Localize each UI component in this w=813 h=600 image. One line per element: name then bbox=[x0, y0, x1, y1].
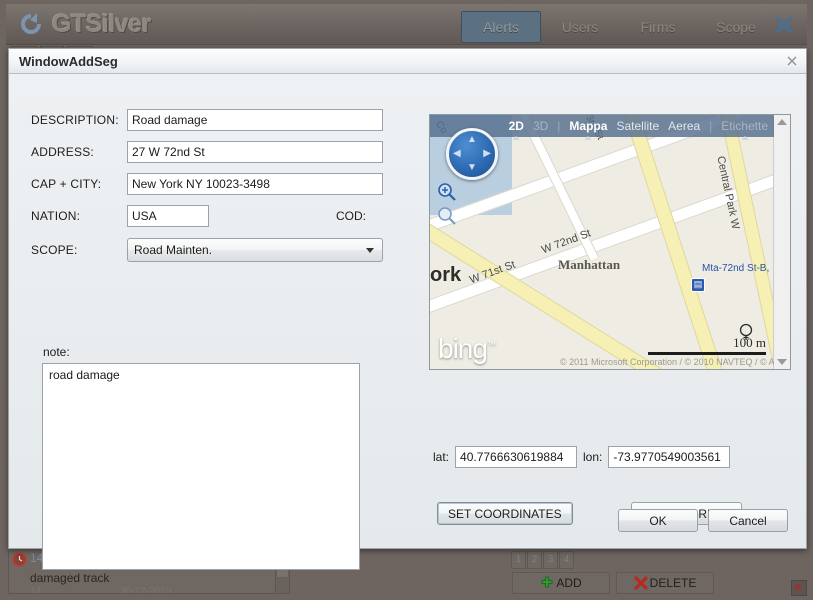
dialog-body: DESCRIPTION: ADDRESS: CAP + CITY: NATION… bbox=[9, 74, 806, 570]
cap-city-label: CAP + CITY: bbox=[31, 177, 102, 191]
map-location-pin[interactable] bbox=[737, 323, 755, 346]
map-control-etichette[interactable]: Etichette bbox=[721, 119, 768, 133]
page-button-1[interactable]: 1 bbox=[511, 551, 526, 569]
page-button-3[interactable]: 3 bbox=[543, 551, 558, 569]
pan-up-arrow[interactable]: ▲ bbox=[467, 135, 477, 145]
app-header: GTSilver Alerts Users Firms Scope bbox=[6, 4, 807, 45]
map-control-3d[interactable]: 3D bbox=[533, 119, 548, 133]
close-x-icon bbox=[776, 17, 792, 33]
map-label-new-york: ork bbox=[430, 264, 462, 286]
delete-button[interactable]: DELETE bbox=[616, 572, 714, 594]
nav-tab-users[interactable]: Users bbox=[541, 12, 619, 42]
chevron-down-icon bbox=[366, 247, 374, 253]
map-poi-label: Mta-72nd St-B, bbox=[702, 263, 770, 274]
plus-icon bbox=[541, 576, 553, 588]
dialog-action-buttons: OK Cancel bbox=[618, 509, 788, 532]
alert-list-item-id: 14 bbox=[30, 586, 42, 594]
set-coordinates-button[interactable]: SET COORDINATES bbox=[437, 502, 573, 525]
alert-list-item-meta: 14 30-12-2010 bbox=[30, 586, 289, 594]
cancel-button[interactable]: Cancel bbox=[708, 509, 788, 532]
clock-alert-icon bbox=[12, 552, 27, 572]
page-button-4[interactable]: 4 bbox=[559, 551, 574, 569]
map-control-mappa[interactable]: Mappa bbox=[569, 119, 607, 133]
pagination: 1 2 3 4 bbox=[511, 551, 574, 569]
pan-down-arrow[interactable]: ▼ bbox=[467, 163, 477, 173]
bing-logo-text: bing bbox=[438, 333, 488, 364]
note-textarea[interactable]: road damage bbox=[42, 363, 360, 570]
scope-select[interactable]: Road Mainten. bbox=[127, 238, 383, 262]
map-poi-transit-icon[interactable]: ▤ bbox=[691, 278, 705, 292]
pan-right-arrow[interactable]: ▶ bbox=[483, 149, 491, 159]
map-control-aerea[interactable]: Aerea bbox=[668, 119, 700, 133]
field-row-address: ADDRESS: bbox=[31, 140, 406, 164]
screen-root: GTSilver Alerts Users Firms Scope 14 dam… bbox=[0, 0, 813, 600]
scope-select-value: Road Mainten. bbox=[134, 243, 213, 257]
nav-tab-alerts[interactable]: Alerts bbox=[461, 11, 541, 43]
app-close-button[interactable] bbox=[771, 12, 797, 38]
cap-city-input[interactable] bbox=[127, 173, 383, 195]
red-x-icon bbox=[634, 576, 648, 590]
map-panel[interactable]: Co 3rd St W 72nd St W 71st St Central Pa… bbox=[429, 114, 791, 370]
nav-tab-scope[interactable]: Scope bbox=[697, 12, 775, 42]
lon-input[interactable] bbox=[608, 446, 731, 468]
magnifier-plus-icon[interactable] bbox=[436, 181, 458, 203]
nav-tab-firms[interactable]: Firms bbox=[619, 12, 697, 42]
add-segment-dialog: WindowAddSeg DESCRIPTION: ADDRESS: bbox=[8, 48, 807, 570]
field-row-scope: SCOPE: Road Mainten. bbox=[31, 238, 406, 262]
pan-left-arrow[interactable]: ◀ bbox=[453, 149, 461, 159]
dialog-titlebar: WindowAddSeg bbox=[9, 49, 806, 74]
field-row-nation: NATION: COD: bbox=[31, 204, 406, 228]
description-input[interactable] bbox=[127, 109, 383, 131]
segment-form: DESCRIPTION: ADDRESS: CAP + CITY: NATION… bbox=[31, 108, 406, 270]
map-label-manhattan: Manhattan bbox=[558, 257, 621, 272]
circular-arrow-icon bbox=[18, 11, 44, 37]
note-label: note: bbox=[43, 345, 70, 359]
status-corner-indicator bbox=[791, 580, 807, 596]
magnifier-minus-icon[interactable] bbox=[436, 205, 458, 227]
lat-label: lat: bbox=[433, 450, 450, 464]
map-control-2d[interactable]: 2D bbox=[509, 119, 524, 133]
app-nav-tabs: Alerts Users Firms Scope bbox=[461, 10, 775, 44]
field-row-description: DESCRIPTION: bbox=[31, 108, 406, 132]
cod-label: COD: bbox=[336, 209, 366, 223]
pan-dial-icon[interactable]: ▲ ▼ ◀ ▶ bbox=[446, 128, 498, 180]
dialog-close-icon[interactable] bbox=[784, 53, 800, 69]
ok-button[interactable]: OK bbox=[618, 509, 698, 532]
map-scale-bar bbox=[648, 352, 766, 355]
scope-label: SCOPE: bbox=[31, 243, 78, 257]
map-control-separator-2: | bbox=[709, 119, 713, 133]
nation-label: NATION: bbox=[31, 209, 81, 223]
delete-button-label: DELETE bbox=[649, 576, 697, 590]
lat-input[interactable] bbox=[455, 446, 578, 468]
map-canvas[interactable]: Co 3rd St W 72nd St W 71st St Central Pa… bbox=[430, 115, 774, 369]
app-logo-text: GTSilver bbox=[52, 9, 151, 38]
description-label: DESCRIPTION: bbox=[31, 113, 119, 127]
map-control-satellite[interactable]: Satellite bbox=[616, 119, 659, 133]
coordinates-row: lat: lon: bbox=[433, 446, 731, 468]
field-row-cap-city: CAP + CITY: bbox=[31, 172, 406, 196]
page-button-2[interactable]: 2 bbox=[527, 551, 542, 569]
dialog-title: WindowAddSeg bbox=[19, 53, 118, 69]
address-label: ADDRESS: bbox=[31, 145, 94, 159]
map-scroll-down-arrow[interactable] bbox=[777, 359, 787, 365]
record-actions: ADD DELETE bbox=[512, 572, 714, 594]
alert-list-item-subtitle: damaged track bbox=[30, 571, 110, 585]
map-scrollbar[interactable] bbox=[773, 115, 790, 369]
map-scroll-up-arrow[interactable] bbox=[777, 119, 787, 125]
bing-logo: bing™ bbox=[438, 333, 496, 364]
add-button-label: ADD bbox=[556, 576, 582, 590]
nation-input[interactable] bbox=[127, 205, 209, 227]
address-input[interactable] bbox=[127, 141, 383, 163]
map-control-separator-1: | bbox=[557, 119, 561, 133]
map-credits: © 2011 Microsoft Corporation / © 2010 NA… bbox=[560, 357, 774, 367]
lon-label: lon: bbox=[583, 450, 603, 464]
app-logo: GTSilver bbox=[18, 10, 151, 39]
alert-list-item-date: 30-12-2010 bbox=[120, 586, 172, 594]
add-button[interactable]: ADD bbox=[512, 572, 610, 594]
